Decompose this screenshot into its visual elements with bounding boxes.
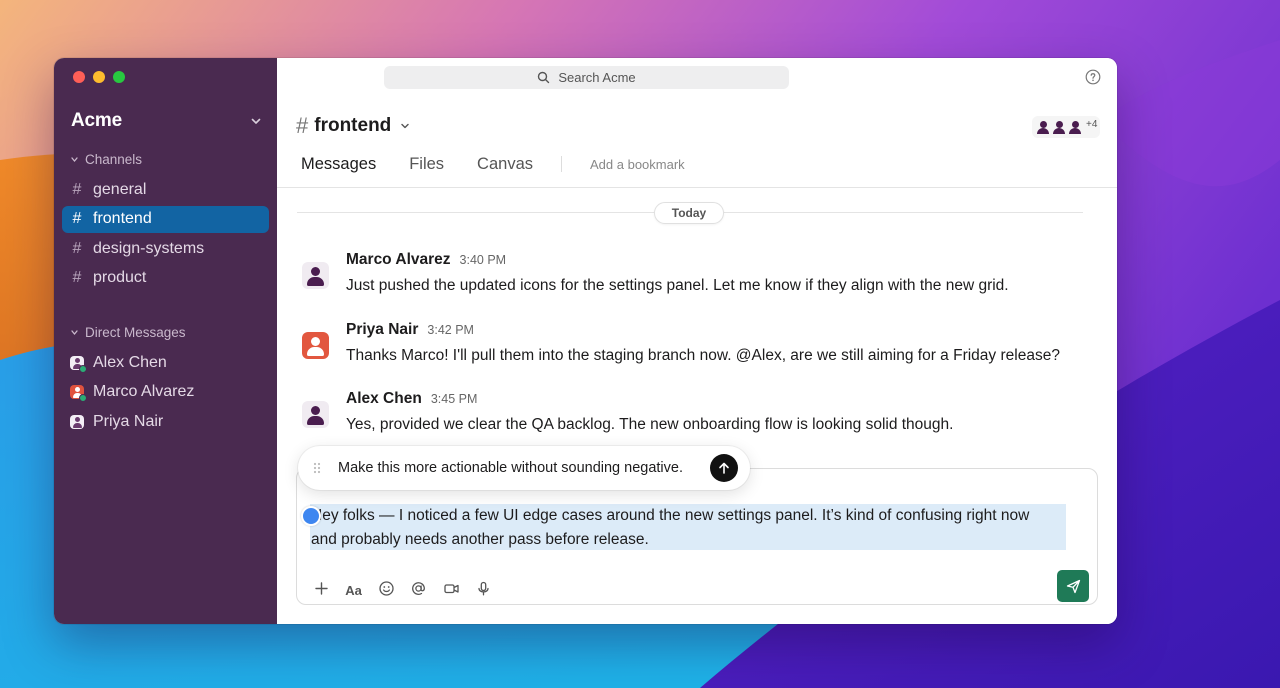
dm-header-label: Direct Messages — [85, 325, 186, 340]
avatar — [70, 385, 87, 402]
avatar[interactable] — [302, 262, 329, 289]
caret-down-icon — [70, 155, 79, 164]
send-button[interactable] — [1057, 570, 1089, 602]
tab-files[interactable]: Files — [409, 155, 444, 174]
sidebar-item-priya-nair[interactable]: Priya Nair — [62, 408, 269, 435]
sidebar-item-label: Marco Alvarez — [93, 383, 195, 400]
channels-header-label: Channels — [85, 152, 143, 167]
dm-section-header[interactable]: Direct Messages — [70, 325, 186, 340]
sidebar-item-label: product — [93, 269, 147, 286]
header-divider — [277, 187, 1117, 188]
help-icon[interactable] — [1085, 69, 1101, 85]
formatting-button[interactable]: Aa — [344, 580, 364, 600]
member-avatar — [1036, 120, 1050, 134]
member-list-button[interactable]: +4 — [1032, 116, 1100, 138]
workspace-name: Acme — [71, 110, 122, 131]
message-text: Thanks Marco! I'll pull them into the st… — [346, 347, 1060, 364]
message-timestamp[interactable]: 3:45 PM — [431, 392, 478, 406]
channel-tabs: Messages Files Canvas Add a bookmark — [301, 154, 685, 174]
message-author[interactable]: Alex Chen — [346, 390, 422, 408]
search-bar[interactable]: Search Acme — [384, 66, 789, 89]
sidebar-item-design-systems[interactable]: # design-systems — [62, 235, 269, 262]
hash-icon: # — [72, 239, 82, 257]
chevron-down-icon — [249, 114, 263, 128]
channels-section-header[interactable]: Channels — [70, 152, 142, 167]
channel-hash-icon: # — [296, 113, 309, 138]
workspace-switcher[interactable]: Acme — [71, 110, 263, 132]
message-timestamp[interactable]: 3:42 PM — [427, 323, 474, 337]
sidebar-item-frontend[interactable]: # frontend — [62, 205, 269, 233]
draft-text-selection[interactable]: Hey folks — I noticed a few UI edge case… — [301, 504, 1066, 550]
tab-messages[interactable]: Messages — [301, 155, 376, 174]
app-window: Acme Channels # general # frontend # des… — [54, 58, 1117, 624]
message-author[interactable]: Marco Alvarez — [346, 251, 451, 269]
search-placeholder: Search Acme — [558, 70, 636, 85]
sidebar-item-general[interactable]: # general — [62, 176, 269, 203]
video-icon[interactable] — [441, 578, 461, 598]
message-text: Just pushed the updated icons for the se… — [346, 277, 1009, 294]
arrow-up-icon — [719, 462, 729, 474]
avatar — [70, 355, 87, 373]
prompt-submit-button[interactable] — [710, 454, 738, 482]
ai-prompt-text[interactable]: Make this more actionable without soundi… — [338, 460, 710, 476]
sidebar-item-label: general — [93, 180, 147, 198]
main-pane: Search Acme # frontend +4 Messages Files… — [277, 58, 1117, 624]
sidebar-item-product[interactable]: # product — [62, 265, 269, 292]
sidebar-item-label: Priya Nair — [93, 412, 164, 430]
avatar[interactable] — [302, 332, 329, 359]
online-indicator — [79, 394, 87, 402]
microphone-icon[interactable] — [474, 578, 494, 598]
message-author[interactable]: Priya Nair — [346, 321, 418, 339]
drag-handle-icon[interactable] — [312, 461, 322, 475]
minimize-window-button[interactable] — [93, 71, 105, 83]
window-controls — [73, 71, 125, 83]
day-divider-pill[interactable]: Today — [654, 202, 724, 224]
hash-icon: # — [72, 269, 82, 286]
channel-header[interactable]: # frontend — [296, 113, 411, 139]
avatar[interactable] — [302, 401, 329, 428]
member-overflow-count: +4 — [1086, 118, 1098, 130]
sidebar-item-marco-alvarez[interactable]: Marco Alvarez — [62, 379, 269, 406]
send-icon — [1066, 579, 1080, 593]
online-indicator — [79, 364, 87, 373]
search-icon — [537, 71, 550, 84]
tab-canvas[interactable]: Canvas — [477, 155, 533, 174]
chevron-down-icon — [399, 120, 411, 132]
message-text: Yes, provided we clear the QA backlog. T… — [346, 416, 954, 433]
message-timestamp[interactable]: 3:40 PM — [460, 253, 507, 267]
channel-name: frontend — [314, 115, 392, 136]
sidebar-item-label: Alex Chen — [93, 353, 167, 371]
sidebar-item-label: frontend — [93, 210, 152, 227]
dm-list: Alex Chen Marco Alvarez Priya Nair — [62, 349, 269, 438]
tab-divider — [561, 156, 562, 172]
avatar — [70, 414, 84, 429]
sidebar: Acme Channels # general # frontend # des… — [54, 58, 277, 624]
caret-down-icon — [70, 328, 79, 337]
add-bookmark-button[interactable]: Add a bookmark — [590, 157, 685, 172]
sidebar-item-alex-chen[interactable]: Alex Chen — [62, 349, 269, 376]
hash-icon: # — [72, 210, 82, 227]
member-avatar — [1052, 120, 1066, 134]
selection-handle[interactable] — [301, 506, 321, 526]
close-window-button[interactable] — [73, 71, 85, 83]
member-avatar — [1068, 120, 1082, 134]
plus-icon[interactable] — [311, 578, 331, 598]
draft-line: and probably needs another pass before r… — [311, 531, 649, 548]
draft-line: Hey folks — I noticed a few UI edge case… — [311, 507, 1030, 524]
ai-rewrite-prompt[interactable]: Make this more actionable without soundi… — [298, 446, 750, 490]
mention-icon[interactable] — [409, 578, 429, 598]
channel-list: # general # frontend # design-systems # … — [62, 176, 269, 294]
composer-toolbar: Aa — [311, 576, 506, 600]
emoji-icon[interactable] — [376, 578, 396, 598]
zoom-window-button[interactable] — [113, 71, 125, 83]
sidebar-item-label: design-systems — [93, 239, 205, 257]
hash-icon: # — [72, 180, 82, 198]
